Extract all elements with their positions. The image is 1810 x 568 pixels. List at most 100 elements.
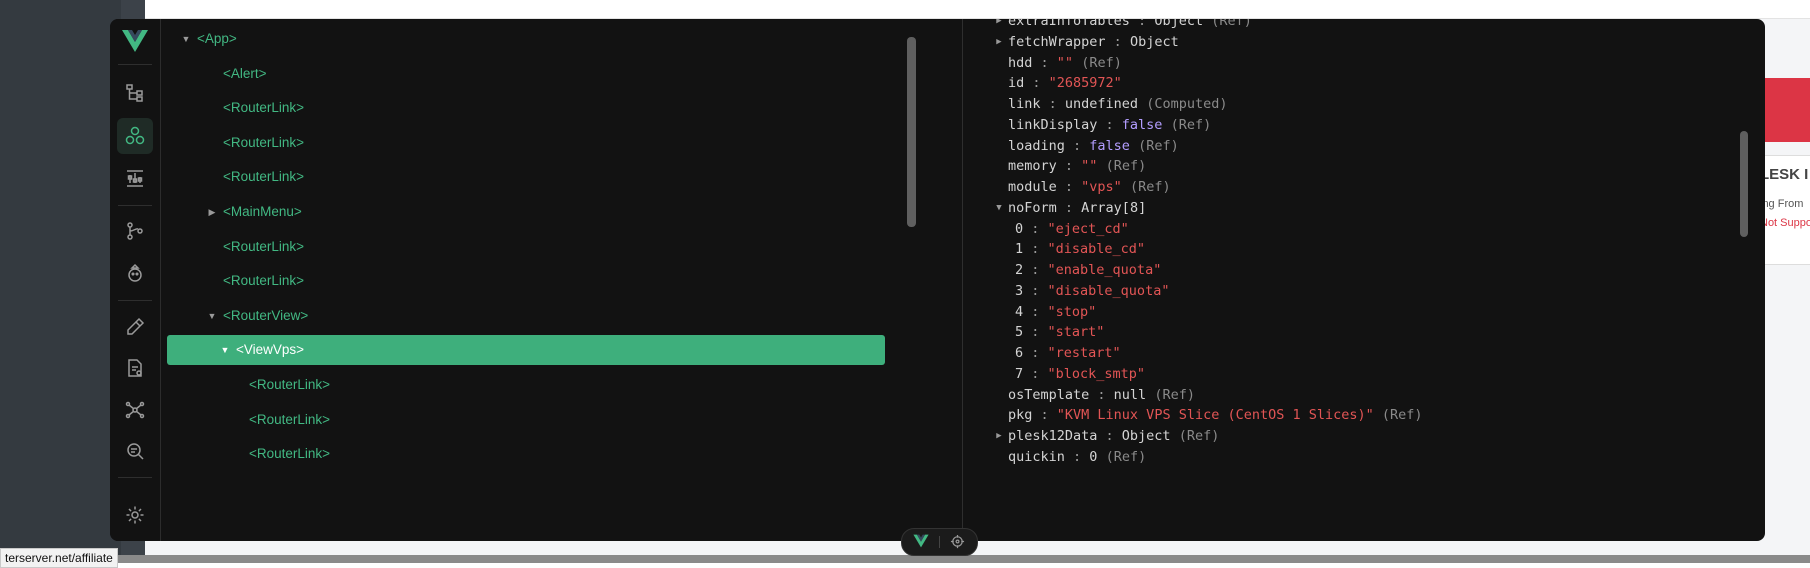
- assets-icon[interactable]: [117, 350, 153, 386]
- state-type-hint: (Ref): [1154, 386, 1195, 403]
- state-key: 0: [1015, 220, 1024, 237]
- pill-divider: [939, 536, 940, 548]
- tree-node[interactable]: ▼ <RouterView>: [167, 301, 885, 331]
- state-colon: :: [1064, 448, 1090, 465]
- eyedropper-icon[interactable]: [117, 309, 153, 345]
- state-key: 5: [1015, 324, 1024, 341]
- state-colon: :: [1064, 137, 1090, 154]
- state-value: "vps": [1081, 179, 1122, 195]
- tree-node[interactable]: <RouterLink>: [167, 370, 885, 400]
- state-key: 1: [1015, 241, 1024, 258]
- tree-node-label: <Alert>: [223, 65, 267, 81]
- tree-node-label: <RouterLink>: [249, 411, 331, 427]
- page-horizontal-scrollbar[interactable]: [115, 555, 1810, 563]
- state-key: module: [1008, 179, 1057, 195]
- state-key: hdd: [1008, 54, 1033, 71]
- state-value: Object: [1154, 19, 1204, 29]
- state-value: "": [1056, 54, 1074, 71]
- crosshair-icon[interactable]: [950, 534, 965, 554]
- caret-right-icon[interactable]: ▶: [994, 30, 1004, 54]
- state-colon: :: [1023, 282, 1048, 299]
- tree-node[interactable]: <RouterLink>: [167, 405, 885, 435]
- state-value: "start": [1047, 324, 1105, 341]
- state-type-hint: (Ref): [1138, 137, 1179, 154]
- state-type-hint: (Computed): [1146, 96, 1228, 112]
- state-key: 4: [1015, 303, 1024, 320]
- state-colon: :: [1023, 262, 1048, 278]
- tree-node-label: <RouterLink>: [223, 273, 305, 289]
- tree-node-label: <RouterLink>: [223, 134, 305, 150]
- tree-node-selected[interactable]: ▼ <ViewVps>: [167, 335, 885, 366]
- tree-node-label: <RouterView>: [223, 307, 309, 323]
- state-type-hint: (Ref): [1211, 19, 1252, 29]
- state-colon: :: [1023, 324, 1048, 341]
- state-key: extraInfoTables: [1008, 19, 1130, 29]
- state-value: null: [1113, 386, 1147, 403]
- state-scrollbar[interactable]: [1740, 131, 1748, 237]
- caret-down-icon[interactable]: ▼: [181, 24, 191, 54]
- state-value: false: [1121, 116, 1163, 133]
- tree-node[interactable]: <RouterLink>: [167, 266, 885, 296]
- tree-scrollbar[interactable]: [907, 37, 916, 227]
- state-value: "KVM Linux VPS Slice (CentOS 1 Slices)": [1056, 407, 1374, 424]
- vue-devtools-panel: ▼ <App> <Alert> <RouterLink> <RouterLink> <Ro…: [110, 19, 1765, 541]
- component-tree-icon[interactable]: [117, 75, 153, 111]
- tree-node-label: <RouterLink>: [249, 377, 331, 392]
- tree-node[interactable]: ▶ <MainMenu>: [167, 197, 885, 227]
- vue-logo-icon[interactable]: [913, 534, 929, 553]
- state-row[interactable]: quickin : 0 (Ref): [1008, 445, 1146, 469]
- tree-node-label: <RouterLink>: [223, 238, 305, 254]
- devtools-toggle-pill: [901, 528, 978, 556]
- caret-down-icon[interactable]: ▼: [994, 196, 1004, 220]
- pinia-icon[interactable]: [117, 255, 153, 291]
- state-colon: :: [1089, 386, 1114, 403]
- tree-node[interactable]: <RouterLink>: [167, 162, 885, 192]
- state-value: "restart": [1047, 345, 1121, 361]
- state-type-hint: (Ref): [1178, 428, 1220, 444]
- vue-logo-icon[interactable]: [117, 23, 153, 59]
- state-colon: :: [1097, 116, 1122, 133]
- state-colon: :: [1056, 179, 1082, 195]
- state-key: 6: [1015, 345, 1024, 361]
- state-value: "disable_quota": [1047, 282, 1170, 299]
- state-value: Object: [1121, 428, 1171, 444]
- state-colon: :: [1032, 54, 1057, 71]
- tree-node[interactable]: <Alert>: [167, 59, 885, 89]
- caret-right-icon[interactable]: ▶: [994, 424, 1004, 448]
- state-colon: :: [1040, 96, 1065, 112]
- tree-node-label: <ViewVps>: [236, 342, 305, 358]
- state-colon: :: [1056, 199, 1082, 216]
- state-type-hint: (Ref): [1381, 407, 1423, 424]
- tree-node[interactable]: ▼ <App>: [167, 24, 885, 54]
- state-colon: :: [1023, 345, 1048, 361]
- page-topbar: [145, 0, 1810, 19]
- tree-node[interactable]: <RouterLink>: [167, 232, 885, 262]
- state-key: loading: [1008, 137, 1065, 154]
- gear-icon[interactable]: [117, 497, 153, 533]
- components-icon[interactable]: [117, 118, 153, 154]
- state-key: noForm: [1008, 199, 1057, 216]
- caret-right-icon[interactable]: ▶: [207, 197, 217, 227]
- component-tree: ▼ <App> <Alert> <RouterLink> <RouterLink> <Ro…: [161, 19, 921, 541]
- state-value: Object: [1129, 33, 1179, 50]
- state-key: osTemplate: [1008, 386, 1090, 403]
- state-value: false: [1089, 137, 1130, 154]
- caret-down-icon[interactable]: ▼: [207, 301, 217, 331]
- tree-node-label: <RouterLink>: [223, 100, 305, 116]
- tree-node[interactable]: <RouterLink>: [167, 93, 885, 123]
- state-value: Array[8]: [1081, 199, 1147, 216]
- state-key: fetchWrapper: [1008, 33, 1106, 50]
- tree-node-label: <RouterLink>: [249, 446, 331, 462]
- tree-node[interactable]: <RouterLink>: [167, 128, 885, 158]
- inspect-icon[interactable]: [117, 433, 153, 469]
- router-icon[interactable]: [117, 213, 153, 249]
- page-card-subtitle: ing From: [1760, 198, 1804, 210]
- state-type-hint: (Ref): [1081, 54, 1122, 71]
- timeline-icon[interactable]: [117, 160, 153, 196]
- state-colon: :: [1023, 303, 1048, 320]
- tree-node[interactable]: <RouterLink>: [167, 439, 885, 469]
- graph-icon[interactable]: [117, 392, 153, 428]
- caret-down-icon[interactable]: ▼: [220, 335, 230, 365]
- devtools-sidebar: [110, 19, 161, 541]
- state-type-hint: (Ref): [1105, 448, 1147, 465]
